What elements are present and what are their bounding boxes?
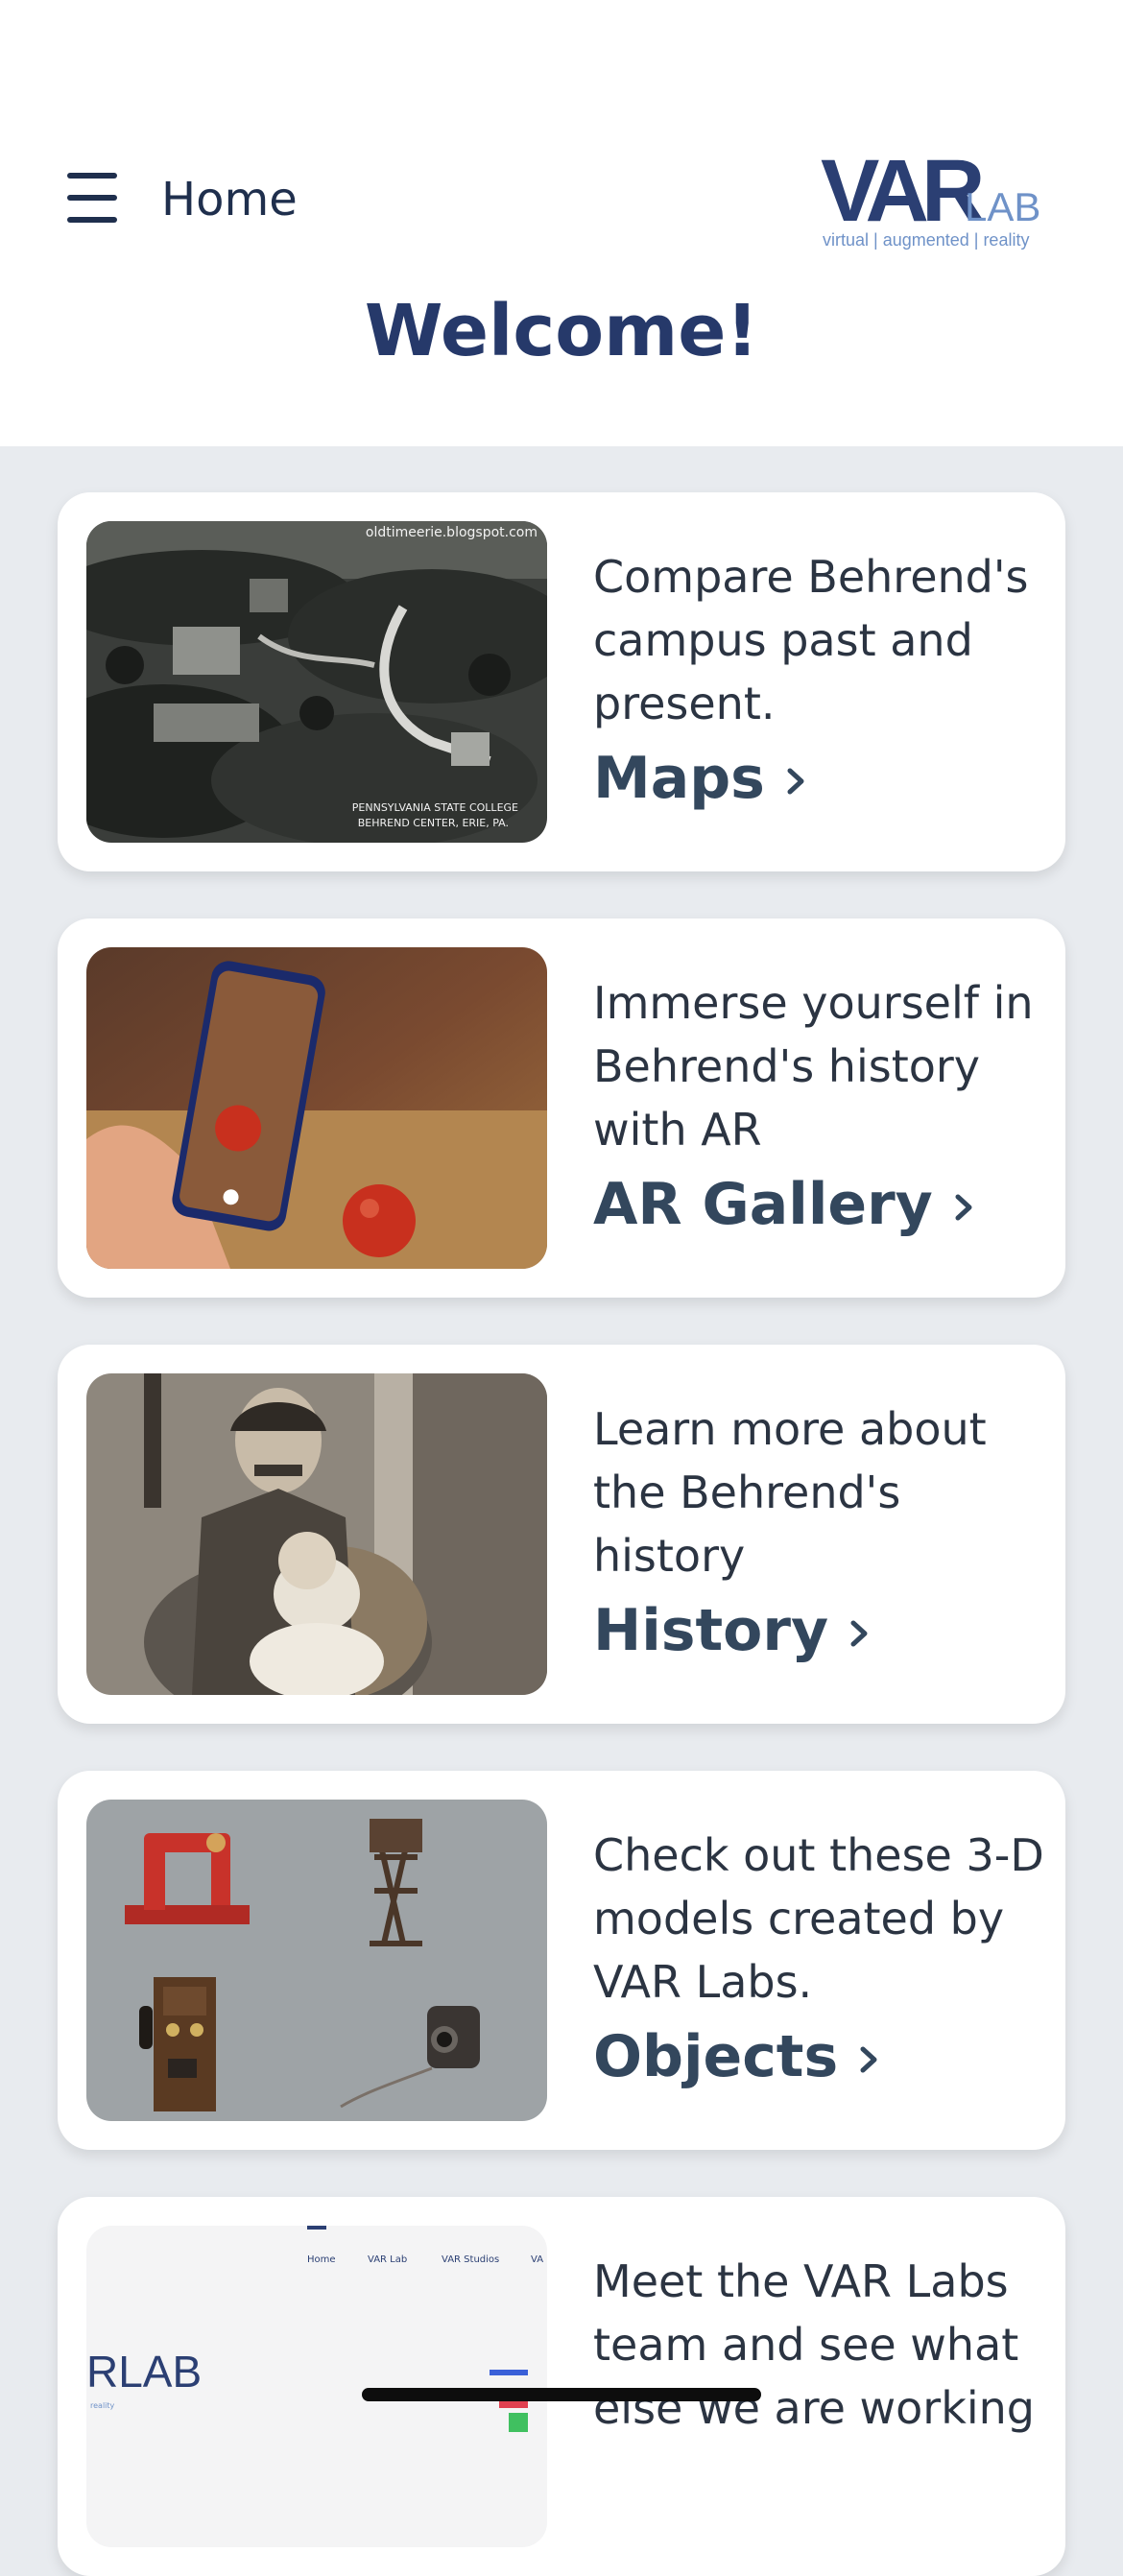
card-link-label: Maps (593, 745, 765, 812)
card-description: Compare Behrend's campus past and presen… (593, 551, 1029, 729)
chevron-right-icon (860, 2046, 877, 2073)
site-nav-partial: VA (531, 2254, 543, 2265)
card-description: Immerse yourself in Behrend's history wi… (593, 977, 1034, 1156)
var-lab-logo: VAR LAB virtual | augmented | reality (821, 142, 1051, 254)
site-logo-text: RLAB (86, 2347, 202, 2397)
site-nav-home: Home (307, 2254, 336, 2265)
watermark-text: oldtimeerie.blogspot.com (366, 525, 538, 540)
history-link[interactable]: History (593, 1592, 871, 1669)
maps-link[interactable]: Maps (593, 740, 807, 817)
card-link-label: AR Gallery (593, 1171, 933, 1238)
card-description: Learn more about the Behrend's history (593, 1403, 987, 1582)
card-description: Check out these 3-D models created by VA… (593, 1829, 1044, 2008)
card-ar-gallery[interactable]: Immerse yourself in Behrend's history wi… (58, 918, 1065, 1298)
ar-gallery-link[interactable]: AR Gallery (593, 1166, 975, 1243)
historical-portrait-photo (86, 1373, 547, 1695)
card-objects[interactable]: Check out these 3-D models created by VA… (58, 1771, 1065, 2150)
logo-tagline: virtual | augmented | reality (823, 230, 1029, 250)
card-team[interactable]: Home VAR Lab VAR Studios VA RLAB reality… (58, 2197, 1065, 2576)
photo-caption-line1: PENNSYLVANIA STATE COLLEGE (352, 801, 518, 814)
site-logo-tag: reality (90, 2401, 115, 2410)
chevron-right-icon (850, 1620, 868, 1647)
site-nav-varlab: VAR Lab (368, 2254, 407, 2265)
3d-models-collage (86, 1800, 547, 2121)
card-maps[interactable]: oldtimeerie.blogspot.com PENNSYLVANIA ST… (58, 492, 1065, 871)
logo-sub-text: LAB (965, 184, 1040, 229)
logo-main-text: VAR (821, 144, 984, 240)
nav-title: Home (161, 173, 298, 227)
objects-link[interactable]: Objects (593, 2018, 880, 2095)
ar-phone-photo (86, 947, 547, 1269)
welcome-heading: Welcome! (364, 290, 759, 372)
site-nav-studios: VAR Studios (442, 2254, 499, 2265)
card-link-label: Objects (593, 2023, 839, 2090)
home-indicator[interactable] (362, 2388, 761, 2401)
photo-caption-line2: BEHREND CENTER, ERIE, PA. (358, 817, 509, 829)
card-history[interactable]: Learn more about the Behrend's history H… (58, 1345, 1065, 1724)
hamburger-menu-icon[interactable] (67, 173, 117, 223)
aerial-campus-photo: oldtimeerie.blogspot.com PENNSYLVANIA ST… (86, 521, 547, 843)
card-description: Meet the VAR Labs team and see what else… (593, 2255, 1035, 2434)
app-header: Home VAR LAB virtual | augmented | reali… (0, 0, 1123, 446)
chevron-right-icon (787, 768, 804, 795)
chevron-right-icon (955, 1194, 972, 1221)
var-lab-website-screenshot: Home VAR Lab VAR Studios VA RLAB reality (86, 2226, 547, 2547)
card-link-label: History (593, 1597, 829, 1664)
